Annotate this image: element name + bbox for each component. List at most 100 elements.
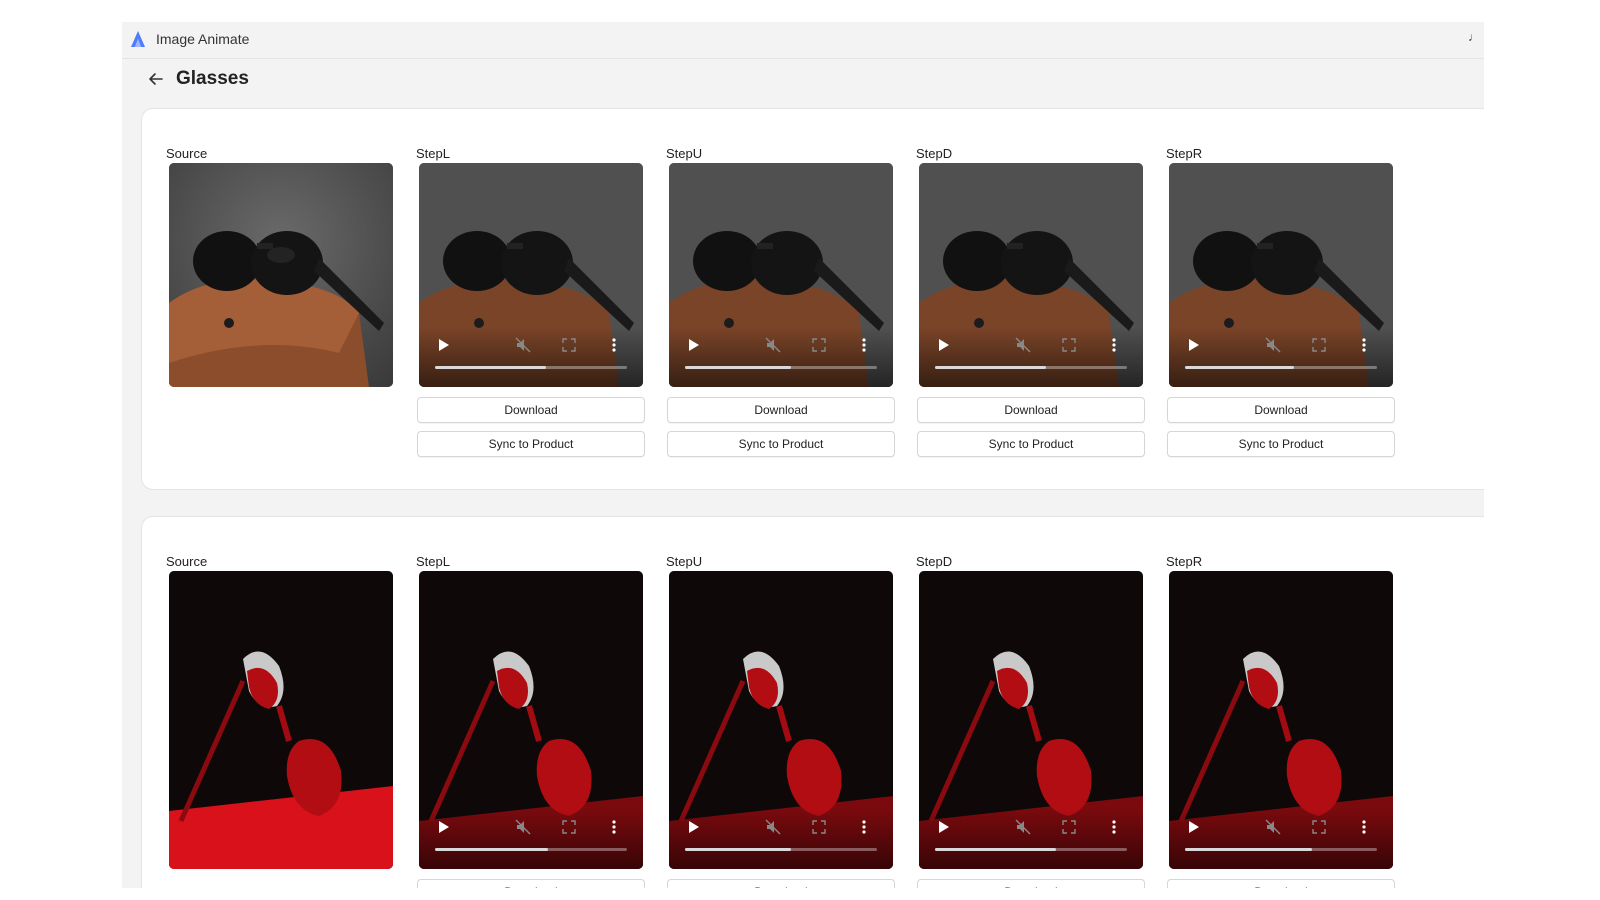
music-note-icon[interactable]: ♩ xyxy=(1468,30,1480,44)
play-icon[interactable] xyxy=(1185,819,1201,835)
mute-icon[interactable] xyxy=(765,337,781,353)
step-label: StepL xyxy=(416,146,450,161)
more-options-icon[interactable] xyxy=(1359,337,1369,353)
more-options-icon[interactable] xyxy=(859,337,869,353)
play-icon[interactable] xyxy=(935,337,951,353)
more-options-icon[interactable] xyxy=(609,337,619,353)
step-label: StepD xyxy=(916,554,953,569)
video-controls xyxy=(1169,809,1393,869)
progress-bar[interactable] xyxy=(435,366,627,369)
video-player[interactable] xyxy=(669,163,893,387)
video-player[interactable] xyxy=(419,571,643,869)
step-column: StepL Downlo xyxy=(416,145,649,457)
video-controls xyxy=(419,809,643,869)
mute-icon[interactable] xyxy=(1265,337,1281,353)
mute-icon[interactable] xyxy=(515,819,531,835)
source-column: Source xyxy=(166,553,399,869)
video-controls xyxy=(919,809,1143,869)
video-controls xyxy=(919,327,1143,387)
step-column: StepU Downlo xyxy=(666,145,899,457)
source-image xyxy=(169,163,393,387)
step-label: StepR xyxy=(1166,554,1203,569)
download-button[interactable]: Download xyxy=(1167,879,1395,888)
fullscreen-icon[interactable] xyxy=(1061,819,1077,835)
play-icon[interactable] xyxy=(935,819,951,835)
source-column: Source xyxy=(166,145,399,387)
step-label: StepL xyxy=(416,554,450,569)
mute-icon[interactable] xyxy=(1015,819,1031,835)
mute-icon[interactable] xyxy=(1015,337,1031,353)
step-column: StepD Downlo xyxy=(916,553,1149,888)
play-icon[interactable] xyxy=(685,337,701,353)
play-icon[interactable] xyxy=(435,819,451,835)
fullscreen-icon[interactable] xyxy=(1311,337,1327,353)
result-group-card: Source StepL Download Sync to Product St… xyxy=(141,108,1484,490)
download-button[interactable]: Download xyxy=(667,397,895,423)
mute-icon[interactable] xyxy=(1265,819,1281,835)
more-options-icon[interactable] xyxy=(1109,819,1119,835)
download-button[interactable]: Download xyxy=(1167,397,1395,423)
download-button[interactable]: Download xyxy=(417,879,645,888)
page-header: Glasses xyxy=(146,64,249,94)
video-controls xyxy=(669,809,893,869)
step-column: StepL Downlo xyxy=(416,553,649,888)
video-player[interactable] xyxy=(669,571,893,869)
progress-bar[interactable] xyxy=(435,848,627,851)
fullscreen-icon[interactable] xyxy=(1061,337,1077,353)
app-window: Image Animate ♩ Glasses Source StepL Dow… xyxy=(122,22,1484,888)
more-options-icon[interactable] xyxy=(859,819,869,835)
more-options-icon[interactable] xyxy=(1359,819,1369,835)
video-controls xyxy=(1169,327,1393,387)
step-label: StepU xyxy=(666,554,703,569)
video-controls xyxy=(419,327,643,387)
source-label: Source xyxy=(166,554,208,569)
progress-bar[interactable] xyxy=(1185,848,1377,851)
step-column: StepR Downlo xyxy=(1166,553,1399,888)
step-label: StepR xyxy=(1166,146,1203,161)
fullscreen-icon[interactable] xyxy=(561,337,577,353)
video-player[interactable] xyxy=(1169,571,1393,869)
step-column: StepR Downlo xyxy=(1166,145,1399,457)
black-sunglasses-image xyxy=(169,163,393,387)
progress-bar[interactable] xyxy=(685,366,877,369)
progress-bar[interactable] xyxy=(935,848,1127,851)
step-column: StepD Downlo xyxy=(916,145,1149,457)
sync-to-product-button[interactable]: Sync to Product xyxy=(917,431,1145,457)
arrow-left-icon[interactable] xyxy=(146,69,166,89)
fullscreen-icon[interactable] xyxy=(561,819,577,835)
video-player[interactable] xyxy=(1169,163,1393,387)
download-button[interactable]: Download xyxy=(917,879,1145,888)
download-button[interactable]: Download xyxy=(667,879,895,888)
fullscreen-icon[interactable] xyxy=(811,337,827,353)
mute-icon[interactable] xyxy=(515,337,531,353)
video-controls xyxy=(669,327,893,387)
download-button[interactable]: Download xyxy=(417,397,645,423)
video-player[interactable] xyxy=(919,571,1143,869)
download-button[interactable]: Download xyxy=(917,397,1145,423)
mute-icon[interactable] xyxy=(765,819,781,835)
progress-bar[interactable] xyxy=(1185,366,1377,369)
progress-bar[interactable] xyxy=(935,366,1127,369)
more-options-icon[interactable] xyxy=(609,819,619,835)
sync-to-product-button[interactable]: Sync to Product xyxy=(417,431,645,457)
play-icon[interactable] xyxy=(435,337,451,353)
sync-to-product-button[interactable]: Sync to Product xyxy=(667,431,895,457)
step-label: StepU xyxy=(666,146,703,161)
sync-to-product-button[interactable]: Sync to Product xyxy=(1167,431,1395,457)
step-label: StepD xyxy=(916,146,953,161)
result-group-card: Source StepL StepU StepD StepR xyxy=(141,516,1484,888)
fullscreen-icon[interactable] xyxy=(1311,819,1327,835)
video-player[interactable] xyxy=(419,163,643,387)
red-sunglasses-image xyxy=(169,571,393,869)
app-title: Image Animate xyxy=(156,31,250,47)
step-column: StepU Downlo xyxy=(666,553,899,888)
fullscreen-icon[interactable] xyxy=(811,819,827,835)
play-icon[interactable] xyxy=(1185,337,1201,353)
app-logo-icon xyxy=(131,31,145,47)
progress-bar[interactable] xyxy=(685,848,877,851)
more-options-icon[interactable] xyxy=(1109,337,1119,353)
title-bar: Image Animate ♩ xyxy=(122,22,1484,59)
play-icon[interactable] xyxy=(685,819,701,835)
page-title: Glasses xyxy=(176,68,249,89)
video-player[interactable] xyxy=(919,163,1143,387)
